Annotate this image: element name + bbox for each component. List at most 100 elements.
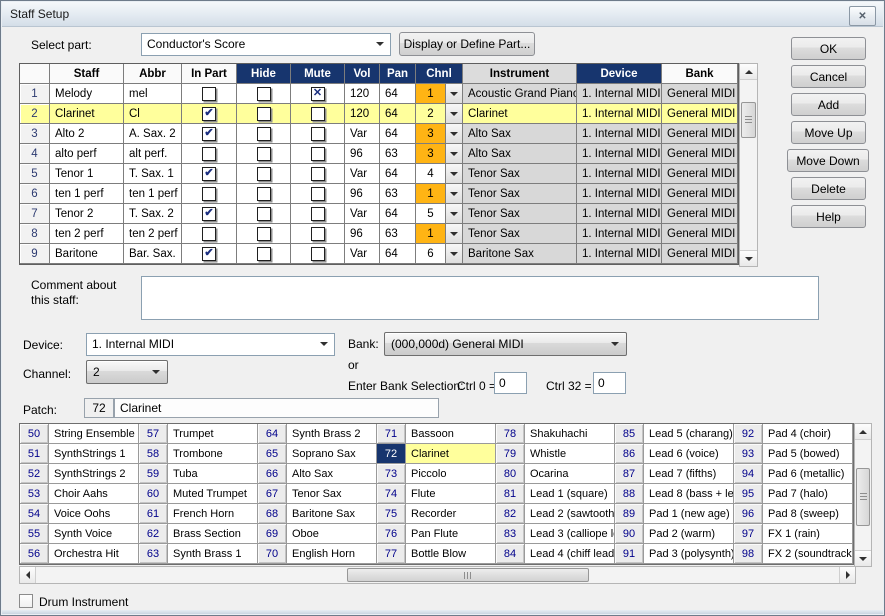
patch-number-cell[interactable]: 88 xyxy=(615,484,644,504)
patch-name-cell[interactable]: Lead 2 (sawtooth) xyxy=(525,504,615,524)
patch-number-cell[interactable]: 92 xyxy=(734,424,763,444)
channel-cell[interactable]: 2 xyxy=(416,104,446,124)
channel-cell[interactable]: 4 xyxy=(416,164,446,184)
hide-checkbox-cell[interactable] xyxy=(237,204,291,224)
patch-name-cell[interactable]: Pad 5 (bowed) xyxy=(763,444,853,464)
delete-button[interactable]: Delete xyxy=(791,177,866,200)
instrument-cell[interactable]: Tenor Sax xyxy=(463,204,577,224)
move-up-button[interactable]: Move Up xyxy=(791,121,866,144)
patch-name-cell[interactable]: Ocarina xyxy=(525,464,615,484)
patch-number-cell[interactable]: 50 xyxy=(20,424,49,444)
pan-cell[interactable]: 63 xyxy=(380,184,416,204)
staff-table-scrollbar[interactable] xyxy=(739,63,758,267)
device-cell[interactable]: 1. Internal MIDI xyxy=(577,124,662,144)
patch-number-cell[interactable]: 76 xyxy=(377,524,406,544)
volume-cell[interactable]: 120 xyxy=(345,104,380,124)
patch-name-cell[interactable]: French Horn xyxy=(168,504,258,524)
patch-name-cell[interactable]: Lead 1 (square) xyxy=(525,484,615,504)
row-number[interactable]: 3 xyxy=(20,124,50,144)
patch-name-cell[interactable]: Tenor Sax xyxy=(287,484,377,504)
volume-cell[interactable]: Var xyxy=(345,164,380,184)
patch-name-field[interactable]: Clarinet xyxy=(114,398,439,418)
mute-checkbox-cell[interactable] xyxy=(291,224,345,244)
patch-name-cell[interactable]: Piccolo xyxy=(406,464,496,484)
in-part-checkbox[interactable]: ✔ xyxy=(202,127,216,141)
patch-hscroll-thumb[interactable] xyxy=(347,568,589,582)
hide-checkbox[interactable] xyxy=(257,207,271,221)
patch-name-cell[interactable]: Baritone Sax xyxy=(287,504,377,524)
in-part-checkbox[interactable] xyxy=(202,87,216,101)
bank-cell[interactable]: General MIDI xyxy=(662,184,738,204)
scroll-up-button[interactable] xyxy=(740,64,757,80)
patch-number-cell[interactable]: 75 xyxy=(377,504,406,524)
hide-checkbox-cell[interactable] xyxy=(237,164,291,184)
pan-cell[interactable]: 64 xyxy=(380,164,416,184)
row-number[interactable]: 7 xyxy=(20,204,50,224)
hide-checkbox[interactable] xyxy=(257,127,271,141)
abbr-cell[interactable]: Cl xyxy=(124,104,182,124)
instrument-cell[interactable]: Tenor Sax xyxy=(463,184,577,204)
bank-cell[interactable]: General MIDI xyxy=(662,84,738,104)
channel-cell[interactable]: 1 xyxy=(416,224,446,244)
patch-number-cell[interactable]: 90 xyxy=(615,524,644,544)
device-cell[interactable]: 1. Internal MIDI xyxy=(577,224,662,244)
pan-cell[interactable]: 64 xyxy=(380,124,416,144)
cancel-button[interactable]: Cancel xyxy=(791,65,866,88)
add-button[interactable]: Add xyxy=(791,93,866,116)
patch-name-cell[interactable]: SynthStrings 1 xyxy=(49,444,139,464)
help-button[interactable]: Help xyxy=(791,205,866,228)
patch-number-cell[interactable]: 60 xyxy=(139,484,168,504)
patch-number-cell[interactable]: 54 xyxy=(20,504,49,524)
patch-number-cell[interactable]: 89 xyxy=(615,504,644,524)
channel-dropdown[interactable]: 2 xyxy=(86,360,168,384)
abbr-cell[interactable]: alt perf. xyxy=(124,144,182,164)
scroll-down-button[interactable] xyxy=(855,550,871,566)
patch-name-cell[interactable]: Tuba xyxy=(168,464,258,484)
hide-checkbox[interactable] xyxy=(257,227,271,241)
staff-name-cell[interactable]: Alto 2 xyxy=(50,124,124,144)
channel-cell[interactable]: 1 xyxy=(416,84,446,104)
patch-number-cell[interactable]: 85 xyxy=(615,424,644,444)
patch-name-cell[interactable]: Flute xyxy=(406,484,496,504)
pan-cell[interactable]: 64 xyxy=(380,104,416,124)
display-define-part-button[interactable]: Display or Define Part... xyxy=(399,32,535,56)
patch-name-cell[interactable]: Orchestra Hit xyxy=(49,544,139,564)
patch-number-cell[interactable]: 62 xyxy=(139,524,168,544)
bank-cell[interactable]: General MIDI xyxy=(662,244,738,264)
in-part-checkbox[interactable]: ✔ xyxy=(202,207,216,221)
mute-checkbox-cell[interactable] xyxy=(291,124,345,144)
staff-name-cell[interactable]: Baritone xyxy=(50,244,124,264)
abbr-cell[interactable]: Bar. Sax. xyxy=(124,244,182,264)
device-cell[interactable]: 1. Internal MIDI xyxy=(577,144,662,164)
hide-checkbox-cell[interactable] xyxy=(237,104,291,124)
patch-name-cell[interactable]: Choir Aahs xyxy=(49,484,139,504)
bank-cell[interactable]: General MIDI xyxy=(662,224,738,244)
pan-cell[interactable]: 64 xyxy=(380,204,416,224)
row-number[interactable]: 1 xyxy=(20,84,50,104)
patch-number-cell[interactable]: 91 xyxy=(615,544,644,564)
hide-checkbox-cell[interactable] xyxy=(237,184,291,204)
staff-name-cell[interactable]: ten 1 perf xyxy=(50,184,124,204)
mute-checkbox[interactable] xyxy=(311,207,325,221)
patch-name-cell[interactable]: Lead 4 (chiff lead) xyxy=(525,544,615,564)
patch-number-cell[interactable]: 80 xyxy=(496,464,525,484)
patch-name-cell[interactable]: Voice Oohs xyxy=(49,504,139,524)
title-bar[interactable]: Staff Setup ✕ xyxy=(2,2,883,27)
pan-cell[interactable]: 63 xyxy=(380,144,416,164)
patch-name-cell[interactable]: Pad 4 (choir) xyxy=(763,424,853,444)
hide-checkbox[interactable] xyxy=(257,167,271,181)
staff-name-cell[interactable]: Melody xyxy=(50,84,124,104)
mute-checkbox-cell[interactable] xyxy=(291,104,345,124)
in-part-checkbox-cell[interactable] xyxy=(182,184,237,204)
move-down-button[interactable]: Move Down xyxy=(787,149,869,172)
patch-number-cell[interactable]: 67 xyxy=(258,484,287,504)
mute-checkbox[interactable] xyxy=(311,247,325,261)
patch-number-cell[interactable]: 53 xyxy=(20,484,49,504)
patch-number-cell[interactable]: 74 xyxy=(377,484,406,504)
patch-name-cell[interactable]: Pan Flute xyxy=(406,524,496,544)
patch-number-cell[interactable]: 79 xyxy=(496,444,525,464)
pan-cell[interactable]: 64 xyxy=(380,244,416,264)
ctrl0-input[interactable] xyxy=(494,372,527,394)
hide-checkbox[interactable] xyxy=(257,107,271,121)
volume-cell[interactable]: 96 xyxy=(345,144,380,164)
